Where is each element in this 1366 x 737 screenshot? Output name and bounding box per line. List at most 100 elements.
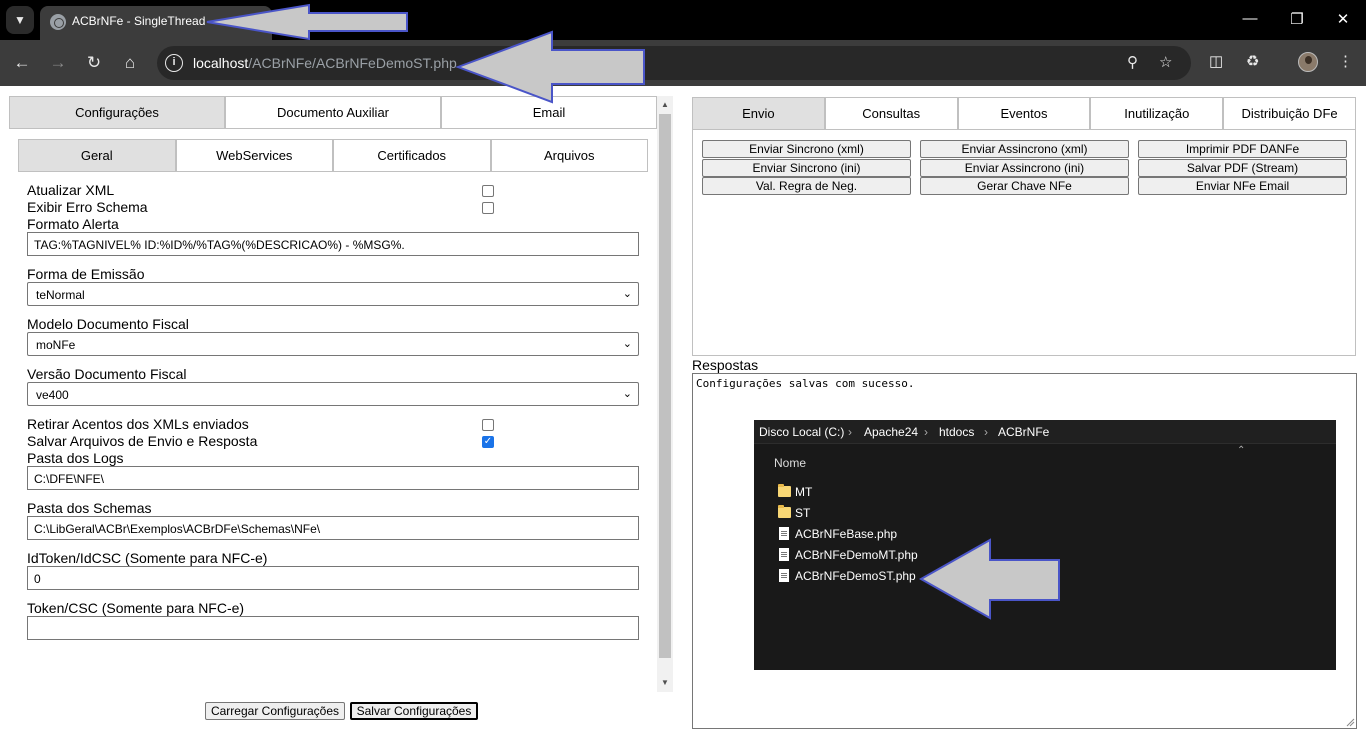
token-label: Token/CSC (Somente para NFC-e) [27, 600, 245, 616]
restore-icon[interactable]: ❐ [1287, 10, 1307, 28]
tab-distribuicao-dfe[interactable]: Distribuição DFe [1223, 97, 1356, 130]
file-icon [779, 527, 789, 540]
subtab-arquivos[interactable]: Arquivos [490, 139, 648, 172]
subtab-certificados[interactable]: Certificados [333, 139, 491, 172]
retirar-acentos-checkbox[interactable] [482, 419, 494, 431]
scroll-down-icon[interactable]: ▼ [657, 678, 673, 687]
tab-eventos[interactable]: Eventos [957, 97, 1091, 130]
chevron-down-icon: ⌄ [622, 288, 632, 300]
modelo-select[interactable]: moNFe ⌄ [27, 332, 639, 356]
scroll-up-icon[interactable]: ▲ [657, 100, 673, 109]
enviar-assincrono-xml-button[interactable]: Enviar Assincrono (xml) [920, 140, 1129, 158]
item-name: ACBrNFeBase.php [795, 527, 898, 541]
minimize-icon[interactable]: — [1240, 10, 1260, 27]
imprimir-pdf-danfe-button[interactable]: Imprimir PDF DANFe [1138, 140, 1347, 158]
resize-grip-icon[interactable] [1345, 717, 1355, 727]
config-sub-tabs: Geral WebServices Certificados Arquivos [18, 139, 648, 172]
tab-consultas[interactable]: Consultas [824, 97, 958, 130]
bookmark-star-icon[interactable]: ☆ [1159, 53, 1172, 71]
breadcrumb-separator-icon: › [984, 425, 988, 439]
breadcrumb-separator-icon: › [848, 425, 852, 439]
idtoken-label: IdToken/IdCSC (Somente para NFC-e) [27, 550, 268, 566]
menu-kebab-icon[interactable]: ⋮ [1338, 52, 1353, 70]
enviar-sincrono-xml-button[interactable]: Enviar Sincrono (xml) [702, 140, 911, 158]
salvar-arquivos-checkbox[interactable]: ✓ [482, 436, 494, 448]
left-panel-scrollbar[interactable]: ▲ ▼ [657, 96, 673, 692]
address-bar[interactable]: i localhost/ACBrNFe/ACBrNFeDemoST.php ⚲ … [157, 46, 1191, 80]
chevron-down-icon: ⌄ [622, 338, 632, 350]
pasta-logs-input[interactable]: C:\DFE\NFE\ [27, 466, 639, 490]
tab-search-button[interactable]: ▼ [6, 6, 34, 34]
globe-icon [50, 14, 66, 30]
breadcrumb-separator-icon: › [924, 425, 928, 439]
versao-select[interactable]: ve400 ⌄ [27, 382, 639, 406]
atualizar-xml-label: Atualizar XML [27, 182, 115, 198]
subtab-webservices[interactable]: WebServices [175, 139, 333, 172]
profile-avatar[interactable] [1298, 52, 1318, 72]
respostas-label: Respostas [692, 357, 759, 373]
file-icon [779, 548, 789, 561]
pasta-schemas-input[interactable]: C:\LibGeral\ACBr\Exemplos\ACBrDFe\Schema… [27, 516, 639, 540]
tab-envio[interactable]: Envio [692, 97, 825, 130]
folder-icon [778, 484, 791, 497]
pasta-logs-label: Pasta dos Logs [27, 450, 124, 466]
zoom-icon[interactable]: ⚲ [1127, 53, 1138, 71]
modelo-value: moNFe [36, 338, 76, 352]
tab-configuracoes[interactable]: Configurações [9, 96, 225, 129]
idtoken-input[interactable]: 0 [27, 566, 639, 590]
folder-icon [778, 505, 791, 518]
breadcrumb-item: Disco Local (C:) [759, 425, 845, 439]
salvar-configuracoes-button[interactable]: Salvar Configurações [350, 702, 478, 720]
breadcrumb-item: htdocs [939, 425, 975, 439]
tab-inutilizacao[interactable]: Inutilização [1090, 97, 1224, 130]
enviar-sincrono-ini-button[interactable]: Enviar Sincrono (ini) [702, 159, 911, 177]
forma-emissao-select[interactable]: teNormal ⌄ [27, 282, 639, 306]
item-name: ACBrNFeDemoST.php [795, 569, 916, 583]
forward-icon[interactable]: → [46, 51, 70, 75]
scroll-thumb[interactable] [659, 114, 671, 658]
subtab-geral[interactable]: Geral [18, 139, 176, 172]
chevron-down-icon: ▼ [14, 13, 26, 27]
url-text[interactable]: localhost/ACBrNFe/ACBrNFeDemoST.php [193, 55, 457, 71]
salvar-pdf-stream-button[interactable]: Salvar PDF (Stream) [1138, 159, 1347, 177]
browser-toolbar: ← → ↻ ⌂ i localhost/ACBrNFe/ACBrNFeDemoS… [0, 40, 1366, 86]
site-info-icon[interactable]: i [165, 54, 183, 72]
forma-emissao-label: Forma de Emissão [27, 266, 145, 282]
file-icon [779, 569, 789, 582]
gerar-chave-nfe-button[interactable]: Gerar Chave NFe [920, 177, 1129, 195]
item-name: MT [795, 485, 813, 499]
url-host: localhost [193, 55, 249, 71]
enviar-assincrono-ini-button[interactable]: Enviar Assincrono (ini) [920, 159, 1129, 177]
enviar-nfe-email-button[interactable]: Enviar NFe Email [1138, 177, 1347, 195]
annotation-arrow-tab [206, 3, 408, 41]
annotation-arrow-url [455, 30, 645, 104]
val-regra-neg-button[interactable]: Val. Regra de Neg. [702, 177, 911, 195]
reload-icon[interactable]: ↻ [82, 51, 106, 75]
breadcrumb-item: Apache24 [864, 425, 919, 439]
versao-value: ve400 [36, 388, 69, 402]
cast-icon[interactable]: ◫ [1209, 52, 1223, 70]
sort-caret-icon: ⌃ [1237, 445, 1246, 456]
column-header-nome: Nome [774, 456, 807, 470]
chevron-down-icon: ⌄ [622, 388, 632, 400]
formato-alerta-input[interactable]: TAG:%TAGNIVEL% ID:%ID%/%TAG%(%DESCRICAO%… [27, 232, 639, 256]
salvar-arquivos-label: Salvar Arquivos de Envio e Resposta [27, 433, 258, 449]
exibir-erro-checkbox[interactable] [482, 202, 494, 214]
url-path: /ACBrNFe/ACBrNFeDemoST.php [248, 55, 457, 71]
forma-emissao-value: teNormal [36, 288, 85, 302]
extensions-icon[interactable]: ♻ [1246, 52, 1259, 70]
versao-label: Versão Documento Fiscal [27, 366, 187, 382]
home-icon[interactable]: ⌂ [118, 51, 142, 75]
item-name: ACBrNFeDemoMT.php [795, 548, 918, 562]
pasta-schemas-label: Pasta dos Schemas [27, 500, 152, 516]
tab-documento-auxiliar[interactable]: Documento Auxiliar [225, 96, 441, 129]
exibir-erro-label: Exibir Erro Schema [27, 199, 148, 215]
carregar-configuracoes-button[interactable]: Carregar Configurações [205, 702, 345, 720]
token-input[interactable] [27, 616, 639, 640]
annotation-arrow-file [918, 538, 1060, 620]
formato-alerta-label: Formato Alerta [27, 216, 119, 232]
close-window-icon[interactable]: ✕ [1333, 10, 1353, 28]
back-icon[interactable]: ← [10, 51, 34, 75]
breadcrumb-item: ACBrNFe [998, 425, 1050, 439]
atualizar-xml-checkbox[interactable] [482, 185, 494, 197]
